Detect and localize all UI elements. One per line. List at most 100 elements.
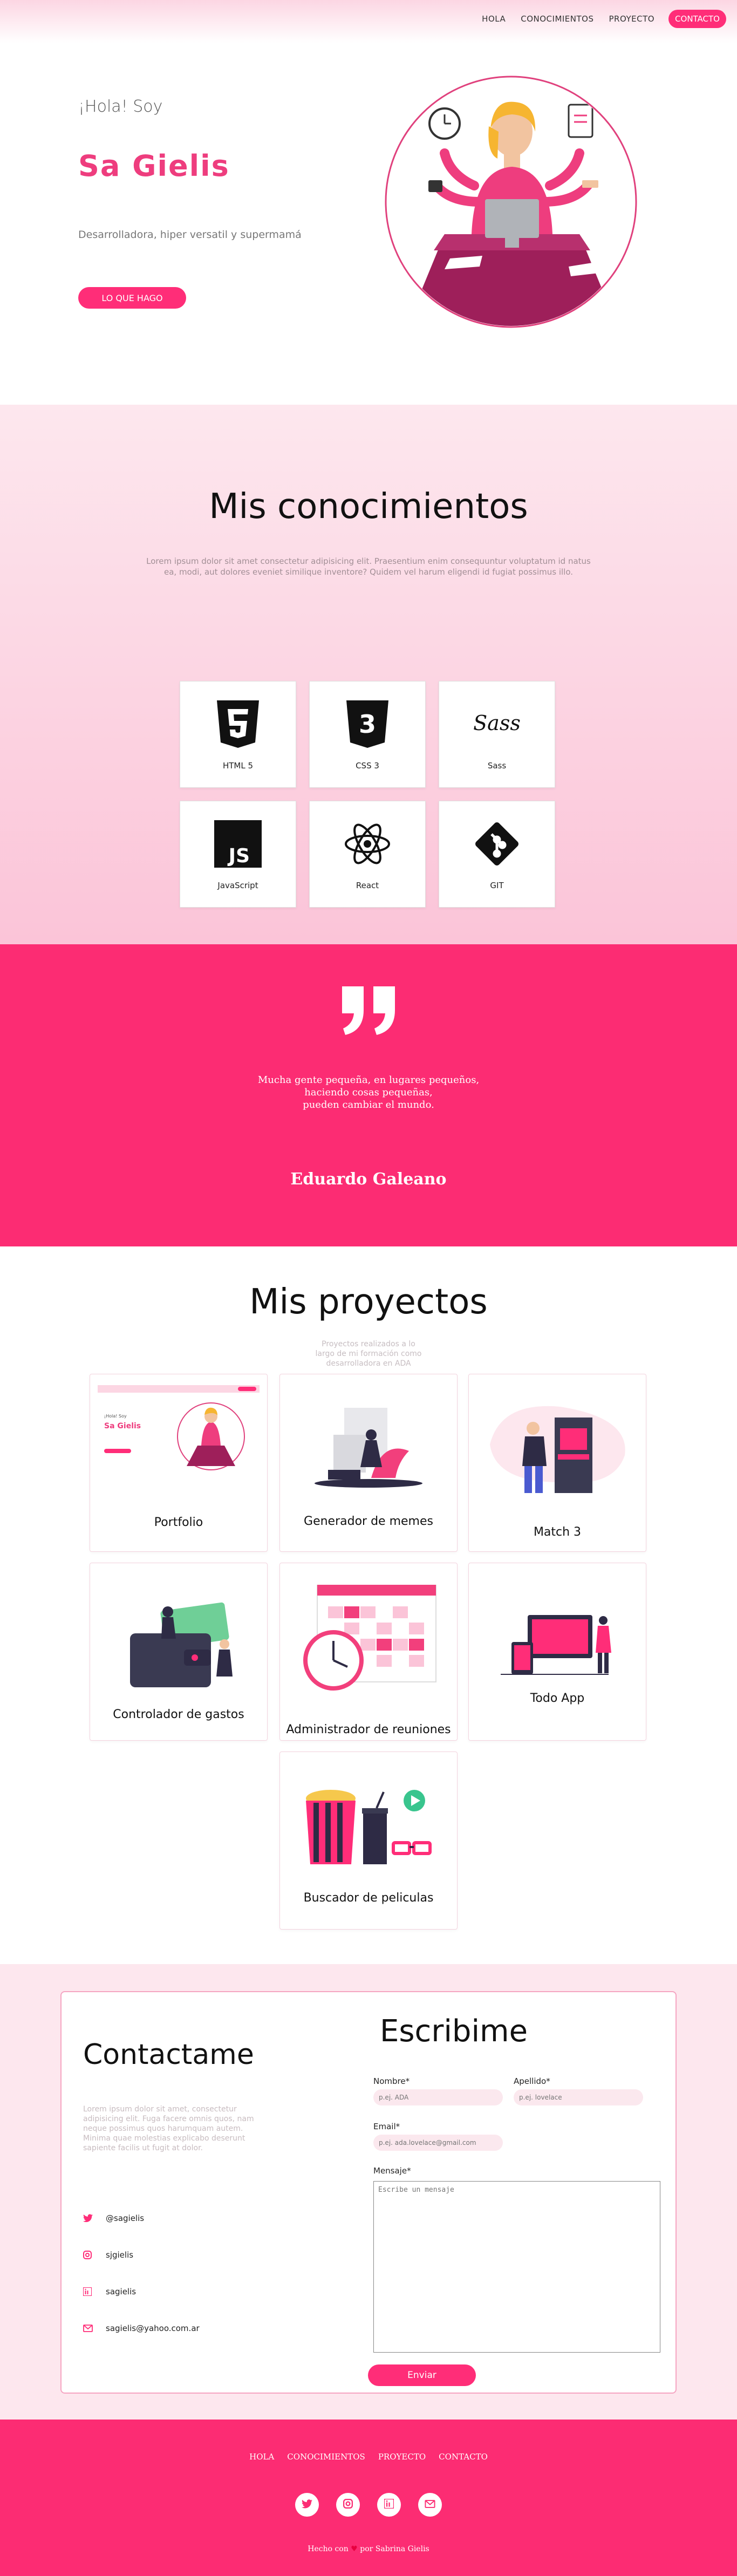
footer-twitter-button[interactable] [295, 2493, 319, 2517]
project-card-todo-app[interactable]: Todo App [468, 1563, 646, 1741]
skill-card-react[interactable]: React [309, 801, 426, 908]
skill-label: HTML 5 [222, 761, 254, 771]
skill-label: React [356, 881, 379, 890]
project-card-buscador-de-peliculas[interactable]: Buscador de peliculas [279, 1752, 458, 1930]
project-title: Buscador de peliculas [303, 1891, 434, 1905]
skills-grid: HTML 5 3 CSS 3 Sass Sass JS JavaScript R… [180, 681, 557, 908]
skill-label: GIT [490, 881, 504, 890]
email-link[interactable]: sagielis@yahoo.com.ar [83, 2323, 200, 2333]
project-title: Generador de memes [304, 1515, 433, 1528]
conocimientos-section: Mis conocimientos Lorem ipsum dolor sit … [0, 405, 737, 944]
project-card-match-3[interactable]: Match 3 [468, 1374, 646, 1552]
email-icon [425, 2499, 435, 2510]
skill-label: Sass [487, 761, 507, 771]
html5-icon [217, 698, 259, 750]
svg-text:3: 3 [359, 710, 376, 739]
linkedin-link[interactable]: sagielis [83, 2287, 136, 2296]
nav-link-hola[interactable]: HOLA [482, 14, 506, 24]
credit-text-before: Hecho con [308, 2545, 349, 2553]
linkedin-icon [383, 2498, 395, 2511]
nombre-label: Nombre* [373, 2076, 410, 2086]
mensaje-textarea[interactable] [373, 2181, 660, 2353]
project-title: Todo App [530, 1692, 585, 1705]
quote-line: pueden cambiar el mundo. [303, 1099, 434, 1110]
footer-link-proyecto[interactable]: PROYECTO [378, 2452, 426, 2462]
quote-section: Mucha gente pequeña, en lugares pequeños… [0, 944, 737, 1246]
email-input[interactable] [373, 2135, 503, 2151]
nav-contacto-button[interactable]: CONTACTO [668, 10, 726, 28]
contact-card: Contactame Lorem ipsum dolor sit amet, c… [60, 1991, 677, 2394]
hero-section: ¡Hola! Soy Sa Gielis Desarrolladora, hip… [0, 43, 737, 405]
hero-description: Desarrolladora, hiper versatil y superma… [78, 229, 302, 241]
conocimientos-title: Mis conocimientos [209, 487, 528, 527]
portfolio-screenshot: ¡Hola! Soy Sa Gielis [90, 1385, 267, 1482]
css3-icon: 3 [346, 698, 388, 750]
project-title: Portfolio [154, 1516, 203, 1529]
nav-link-conocimientos[interactable]: CONOCIMIENTOS [521, 14, 593, 24]
mensaje-label: Mensaje* [373, 2166, 411, 2176]
devices-illustration [469, 1610, 646, 1680]
skill-label: JavaScript [217, 881, 258, 890]
skill-card-sass[interactable]: Sass Sass [439, 681, 555, 788]
project-card-administrador-de-reuniones[interactable]: Administrador de reuniones [279, 1563, 458, 1741]
project-title: Administrador de reuniones [286, 1723, 451, 1736]
quote-text: Mucha gente pequeña, en lugares pequeños… [0, 1074, 737, 1111]
twitter-link[interactable]: @sagielis [83, 2213, 144, 2223]
svg-text:JS: JS [227, 845, 250, 867]
quote-author: Eduardo Galeano [290, 1170, 447, 1189]
heart-icon: ♥ [351, 2545, 358, 2553]
svg-text:Sa Gielis: Sa Gielis [104, 1422, 141, 1430]
project-card-controlador-de-gastos[interactable]: Controlador de gastos [90, 1563, 268, 1741]
instagram-icon [343, 2499, 353, 2511]
instagram-icon [83, 2251, 94, 2259]
project-card-generador-de-memes[interactable]: Generador de memes [279, 1374, 458, 1552]
contact-section: Contactame Lorem ipsum dolor sit amet, c… [0, 1964, 737, 2420]
quote-line: Mucha gente pequeña, en lugares pequeños… [257, 1074, 480, 1086]
hero-greeting: ¡Hola! Soy [78, 97, 163, 116]
proyectos-subtitle: Proyectos realizados a lo largo de mi fo… [315, 1340, 422, 1368]
skill-card-html5[interactable]: HTML 5 [180, 681, 296, 788]
project-card-portfolio[interactable]: ¡Hola! Soy Sa Gielis Portfolio [90, 1374, 268, 1552]
footer-link-contacto[interactable]: CONTACTO [439, 2452, 488, 2462]
skill-card-css3[interactable]: 3 CSS 3 [309, 681, 426, 788]
nav-links: HOLA CONOCIMIENTOS PROYECTO CONTACTO [467, 10, 726, 28]
project-title: Controlador de gastos [113, 1708, 244, 1721]
calendar-illustration [280, 1585, 457, 1693]
conocimientos-description: Lorem ipsum dolor sit amet consectetur a… [146, 556, 591, 577]
footer-links: HOLA CONOCIMIENTOS PROYECTO CONTACTO [0, 2452, 737, 2462]
skill-card-javascript[interactable]: JS JavaScript [180, 801, 296, 908]
wallet-illustration [90, 1601, 267, 1693]
form-title: Escribime [380, 2014, 528, 2049]
arcade-player-illustration [469, 1396, 646, 1498]
apellido-input[interactable] [514, 2089, 643, 2105]
footer-social-icons [0, 2493, 737, 2517]
twitter-handle: @sagielis [106, 2213, 145, 2223]
instagram-handle: sjgielis [106, 2250, 134, 2260]
email-address: sagielis@yahoo.com.ar [106, 2323, 200, 2333]
react-icon [343, 818, 392, 870]
svg-text:¡Hola! Soy: ¡Hola! Soy [104, 1414, 127, 1419]
linkedin-handle: sagielis [106, 2287, 137, 2296]
footer-linkedin-button[interactable] [377, 2493, 401, 2517]
footer-link-hola[interactable]: HOLA [249, 2452, 274, 2462]
proyectos-section: Mis proyectos Proyectos realizados a lo … [0, 1246, 737, 1964]
quote-mark-icon [340, 986, 397, 1038]
nombre-input[interactable] [373, 2089, 503, 2105]
lo-que-hago-button[interactable]: LO QUE HAGO [78, 287, 186, 309]
apellido-label: Apellido* [514, 2076, 550, 2086]
footer: HOLA CONOCIMIENTOS PROYECTO CONTACTO Hec [0, 2420, 737, 2576]
email-label: Email* [373, 2122, 400, 2131]
skill-card-git[interactable]: GIT [439, 801, 555, 908]
multitasking-woman-illustration [364, 72, 658, 333]
nav-link-proyecto[interactable]: PROYECTO [609, 14, 655, 24]
proyectos-title: Mis proyectos [249, 1282, 488, 1322]
twitter-icon [83, 2214, 94, 2223]
enviar-button[interactable]: Enviar [368, 2364, 476, 2386]
sass-icon: Sass [470, 698, 524, 750]
footer-instagram-button[interactable] [336, 2493, 360, 2517]
footer-link-conocimientos[interactable]: CONOCIMIENTOS [287, 2452, 365, 2462]
footer-email-button[interactable] [418, 2493, 442, 2517]
twitter-icon [302, 2499, 312, 2511]
skill-label: CSS 3 [356, 761, 379, 771]
instagram-link[interactable]: sjgielis [83, 2250, 133, 2260]
